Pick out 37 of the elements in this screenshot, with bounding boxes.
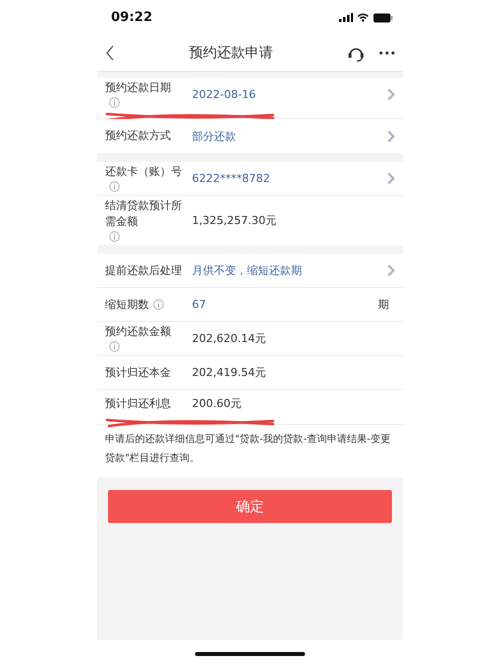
chevron-icon[interactable] <box>387 172 395 185</box>
info-icon[interactable] <box>153 299 164 310</box>
field-label: 提前还款后处理 <box>105 262 182 278</box>
field-value: 1,325,257.30元 <box>192 214 276 227</box>
field-label: 还款卡（账）号 <box>105 164 182 180</box>
field-label: 预约还款日期 <box>105 80 171 96</box>
confirm-button[interactable]: 确定 <box>108 490 392 523</box>
battery-icon <box>373 12 393 22</box>
field-label: 结清贷款预计所需金额 <box>105 198 183 230</box>
chevron-icon[interactable] <box>387 130 395 142</box>
field-value: 200.60元 <box>192 397 242 410</box>
more-icon[interactable] <box>379 51 395 55</box>
signal-icon <box>339 13 353 22</box>
chevron-icon[interactable] <box>387 264 395 277</box>
back-icon[interactable] <box>105 45 115 61</box>
field-value[interactable]: 部分还款 <box>192 130 236 142</box>
field-value[interactable]: 67 <box>192 298 206 311</box>
info-icon[interactable] <box>109 231 120 242</box>
page-title: 预约还款申请 <box>188 44 274 62</box>
field-label: 预计归还本金 <box>105 364 171 380</box>
info-icon[interactable] <box>109 97 120 108</box>
status-time: 09:22 <box>111 10 152 25</box>
field-label: 预计归还利息 <box>105 396 171 412</box>
wifi-icon <box>357 13 369 22</box>
field-label: 缩短期数 <box>105 296 149 312</box>
field-label: 预约还款方式 <box>105 128 171 144</box>
field-value: 202,419.54元 <box>192 366 266 379</box>
field-value: 202,620.14元 <box>192 332 266 345</box>
field-value[interactable]: 月供不变，缩短还款期 <box>192 264 302 277</box>
info-icon[interactable] <box>109 341 120 352</box>
unit-label: 期 <box>378 297 389 312</box>
field-value[interactable]: 6222****8782 <box>192 172 270 185</box>
note-text: 申请后的还款详细信息可通过"贷款-我的贷款-查询申请结果-变更贷款"栏目进行查询。 <box>97 424 403 477</box>
info-icon[interactable] <box>109 181 120 192</box>
field-label: 预约还款金额 <box>105 324 171 340</box>
field-value[interactable]: 2022-08-16 <box>192 88 256 101</box>
chevron-icon[interactable] <box>387 88 395 101</box>
